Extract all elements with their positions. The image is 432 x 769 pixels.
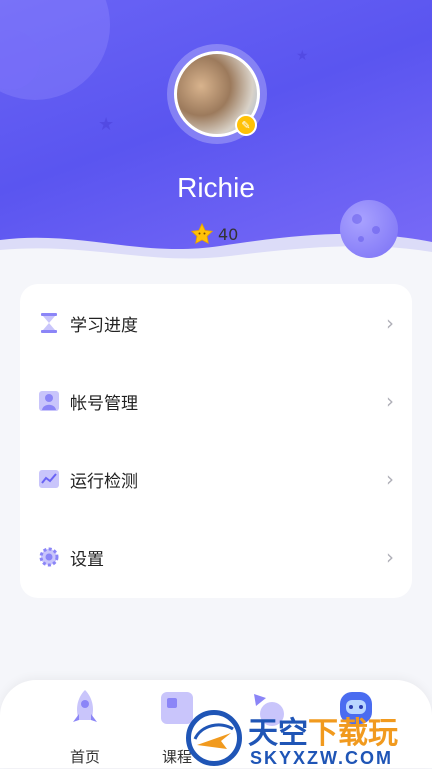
decor-planet bbox=[340, 200, 398, 258]
menu-item-label: 学习进度 bbox=[70, 315, 138, 336]
chevron-right-icon: › bbox=[386, 467, 394, 491]
star-icon bbox=[190, 222, 214, 245]
menu-item-learning-progress[interactable]: 学习进度 › bbox=[20, 284, 412, 362]
watermark-domain: SKYXZW.COM bbox=[250, 748, 394, 768]
avatar-ring: ✎ bbox=[167, 44, 267, 144]
star-count-value: 40 bbox=[218, 224, 239, 244]
menu-item-settings[interactable]: 设置 › bbox=[20, 518, 412, 596]
gear-icon bbox=[39, 547, 59, 567]
tab-label: 首页 bbox=[69, 748, 100, 766]
chevron-right-icon: › bbox=[386, 389, 394, 413]
line-chart-icon bbox=[39, 470, 59, 488]
menu-item-account[interactable]: 帐号管理 › bbox=[20, 362, 412, 440]
watermark-brand-accent: 下载玩 bbox=[308, 716, 398, 751]
rocket-icon bbox=[73, 690, 97, 722]
watermark-logo bbox=[186, 710, 242, 766]
chevron-right-icon: › bbox=[386, 311, 394, 335]
username: Richie bbox=[177, 172, 255, 203]
account-icon bbox=[39, 391, 59, 411]
edit-avatar-icon[interactable]: ✎ bbox=[235, 114, 257, 136]
tab-home[interactable]: 首页 bbox=[55, 688, 115, 768]
menu-item-label: 帐号管理 bbox=[70, 393, 138, 414]
menu-item-label: 设置 bbox=[70, 549, 104, 570]
decor-star-icon: ★ bbox=[296, 48, 309, 64]
menu-item-run-check[interactable]: 运行检测 › bbox=[20, 440, 412, 518]
chevron-right-icon: › bbox=[386, 545, 394, 569]
decor-star-icon: ★ bbox=[98, 114, 115, 135]
watermark-brand-main: 天空 bbox=[248, 716, 308, 751]
menu-card: 学习进度 › 帐号管理 › 运行检测 › 设置 › bbox=[20, 284, 412, 598]
watermark: 天空下载玩 SKYXZW.COM bbox=[186, 706, 432, 768]
menu-item-label: 运行检测 bbox=[70, 471, 138, 492]
hourglass-icon bbox=[41, 313, 57, 333]
watermark-brand: 天空下载玩 bbox=[248, 708, 398, 752]
star-count: 40 bbox=[190, 222, 238, 246]
